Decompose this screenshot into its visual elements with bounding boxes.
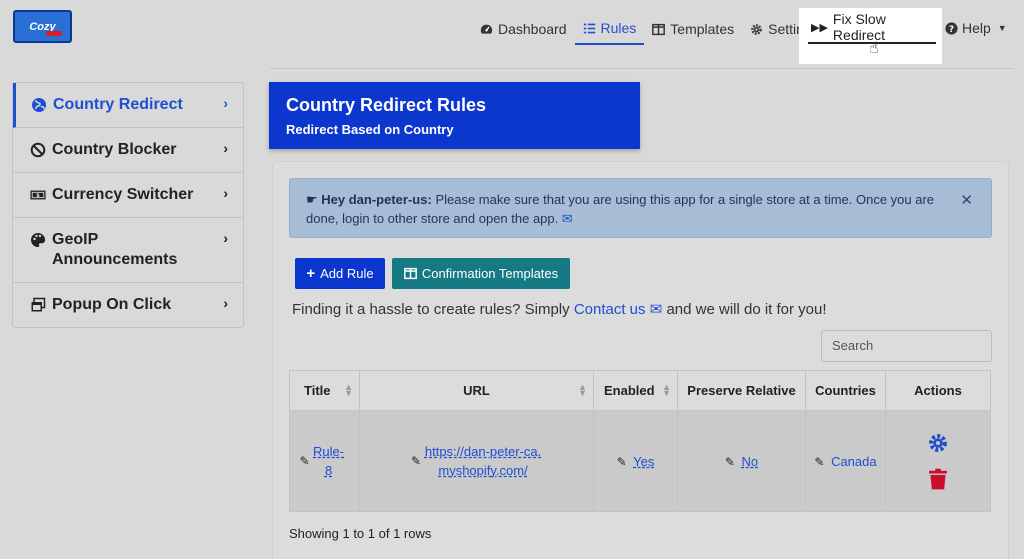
- sidebar-item-label: Currency Switcher: [52, 186, 194, 203]
- nav-help[interactable]: ? Help ▼: [945, 12, 1007, 44]
- cell-preserve-relative: ✎ No: [677, 410, 806, 512]
- column-header-enabled[interactable]: Enabled ▲ ▼: [593, 370, 678, 411]
- app-logo[interactable]: Cozy: [13, 10, 72, 43]
- chevron-right-icon: ›: [223, 140, 228, 156]
- table-row: ✎ Rule-8 ✎ https://dan-peter-ca.myshopif…: [289, 410, 991, 512]
- caret-down-icon: ▼: [997, 23, 1007, 33]
- columns-icon: [403, 267, 417, 280]
- sidebar-item-label: Popup On Click: [52, 296, 172, 313]
- column-header-preserve-relative: Preserve Relative: [677, 370, 806, 411]
- page-title: Country Redirect Rules: [286, 95, 487, 115]
- svg-text:$: $: [36, 193, 40, 199]
- pagination-info: Showing 1 to 1 of 1 rows: [289, 526, 432, 541]
- gauge-icon: [480, 24, 493, 34]
- pencil-icon: ✎: [299, 453, 310, 468]
- nav-templates-label: Templates: [670, 21, 735, 37]
- sidebar-item-label: Country Redirect: [53, 96, 183, 113]
- chevron-right-icon: ›: [223, 185, 228, 201]
- chevron-right-icon: ›: [223, 295, 228, 311]
- sidebar-item-label: Country Blocker: [52, 141, 177, 158]
- gear-icon: [751, 23, 762, 35]
- sidebar-item-geoip-announcements[interactable]: GeoIP Announcements ›: [13, 218, 243, 283]
- sort-icon: ▲ ▼: [578, 382, 587, 398]
- chevron-right-icon: ›: [223, 230, 228, 246]
- ban-icon: [30, 142, 46, 158]
- cell-enabled: ✎ Yes: [593, 410, 678, 512]
- page-header-card: Country Redirect Rules Redirect Based on…: [269, 82, 640, 149]
- hand-cursor-icon: ☝: [869, 40, 879, 57]
- countries-link[interactable]: Canada: [831, 454, 877, 469]
- globe-icon: [32, 98, 46, 112]
- sidebar-item-currency-switcher[interactable]: $ Currency Switcher ›: [13, 173, 243, 218]
- nav-rules[interactable]: Rules: [574, 13, 645, 45]
- cell-url: ✎ https://dan-peter-ca.myshopify.com/: [359, 410, 594, 512]
- sort-icon: ▲ ▼: [662, 382, 671, 398]
- sort-icon: ▲ ▼: [344, 382, 353, 398]
- list-icon: [583, 23, 595, 33]
- info-alert: ☛ Hey dan-peter-us: Please make sure tha…: [289, 178, 992, 238]
- rule-title-link[interactable]: Rule-8: [313, 442, 345, 480]
- preserve-relative-link[interactable]: No: [742, 454, 759, 469]
- logo-accent: [46, 31, 62, 36]
- sidebar-item-country-blocker[interactable]: Country Blocker ›: [13, 128, 243, 173]
- page-subtitle: Redirect Based on Country: [286, 122, 454, 137]
- envelope-icon[interactable]: ✉: [650, 301, 663, 318]
- pencil-icon: ✎: [814, 454, 825, 469]
- money-bill-icon: $: [30, 190, 46, 200]
- confirmation-templates-button[interactable]: Confirmation Templates: [392, 258, 570, 289]
- columns-icon: [652, 23, 666, 35]
- add-rule-button[interactable]: + Add Rule: [295, 258, 385, 289]
- hand-point-right-icon: ☛: [306, 192, 318, 207]
- pencil-icon: ✎: [724, 454, 735, 469]
- contact-us-link[interactable]: Contact us: [574, 301, 646, 318]
- alert-strong-text: Hey dan-peter-us:: [321, 192, 432, 207]
- help-hint: Finding it a hassle to create rules? Sim…: [292, 300, 827, 318]
- nav-templates[interactable]: Templates: [644, 13, 742, 45]
- hint-after: and we will do it for you!: [666, 301, 827, 318]
- window-restore-icon: [31, 297, 46, 312]
- hint-before: Finding it a hassle to create rules? Sim…: [292, 301, 570, 318]
- palette-icon: [31, 233, 46, 247]
- search-input[interactable]: Search: [821, 330, 992, 362]
- pencil-icon: ✎: [616, 454, 627, 469]
- nav-dashboard[interactable]: Dashboard: [472, 13, 575, 45]
- column-header-title[interactable]: Title ▲ ▼: [289, 370, 360, 411]
- svg-text:?: ?: [949, 24, 954, 34]
- column-header-countries: Countries: [805, 370, 886, 411]
- confirmation-templates-label: Confirmation Templates: [421, 266, 559, 281]
- nav-help-label: Help: [962, 20, 991, 36]
- header-divider: [270, 68, 1014, 69]
- fast-forward-icon: ▶▶: [811, 21, 828, 34]
- envelope-icon[interactable]: ✉: [562, 211, 573, 226]
- sidebar-item-label: GeoIP Announcements: [52, 231, 178, 268]
- cell-title: ✎ Rule-8: [289, 410, 360, 512]
- rule-url-link[interactable]: https://dan-peter-ca.myshopify.com/: [424, 442, 542, 480]
- sidebar-item-country-redirect[interactable]: Country Redirect ›: [13, 83, 243, 128]
- enabled-link[interactable]: Yes: [633, 454, 654, 469]
- add-rule-label: Add Rule: [320, 266, 374, 281]
- trash-icon[interactable]: [928, 468, 948, 490]
- chevron-right-icon: ›: [223, 95, 228, 111]
- nav-dashboard-label: Dashboard: [498, 21, 567, 37]
- sidebar-item-popup-on-click[interactable]: Popup On Click ›: [13, 283, 243, 327]
- cell-actions: [885, 410, 991, 512]
- gear-icon[interactable]: [927, 432, 949, 454]
- rules-table: Title ▲ ▼ URL ▲ ▼ Enabled ▲ ▼ Preserve Rela…: [289, 370, 991, 512]
- sidebar: Country Redirect › Country Blocker › $ C…: [12, 82, 244, 328]
- pencil-icon: ✎: [410, 453, 422, 468]
- column-header-url[interactable]: URL ▲ ▼: [359, 370, 594, 411]
- plus-icon: +: [306, 265, 316, 282]
- cell-countries: ✎ Canada: [805, 410, 886, 512]
- nav-rules-label: Rules: [600, 20, 637, 36]
- top-nav: Dashboard Rules Templates Settings: [472, 12, 827, 46]
- question-circle-icon: ?: [945, 21, 958, 34]
- column-header-actions: Actions: [885, 370, 991, 411]
- close-icon[interactable]: ✕: [960, 191, 973, 210]
- nav-fix-label: Fix Slow Redirect: [832, 11, 886, 43]
